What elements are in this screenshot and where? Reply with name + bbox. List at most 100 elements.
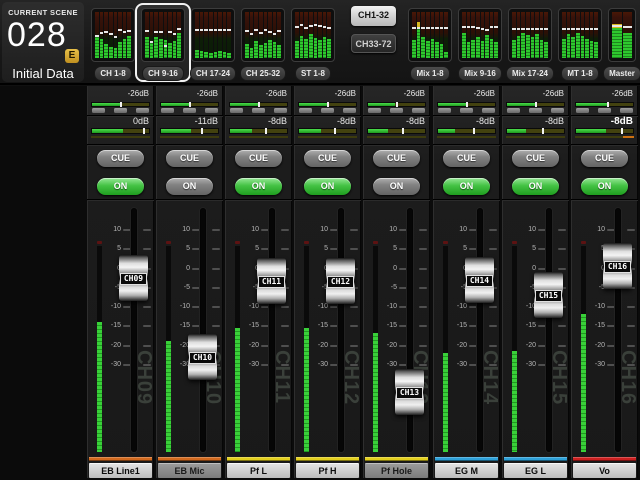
gain-db-value: -26dB bbox=[474, 89, 495, 98]
level-bar[interactable] bbox=[229, 128, 288, 134]
fader-handle[interactable]: CH16 bbox=[603, 243, 632, 289]
level-bar[interactable] bbox=[437, 128, 496, 134]
top-bar: CURRENT SCENE 028 E Initial Data CH 1-8 C… bbox=[0, 0, 640, 85]
fader-track[interactable] bbox=[546, 208, 552, 452]
peak-led bbox=[512, 241, 517, 244]
channel-strip-ch15: -26dB -8dB CUE ON CH15 1050-5-10-15-20-3… bbox=[502, 86, 569, 478]
on-button[interactable]: ON bbox=[512, 178, 559, 195]
level-bar[interactable] bbox=[575, 128, 634, 134]
gain-slider[interactable] bbox=[160, 102, 219, 107]
nav-bank-meter-block[interactable] bbox=[141, 8, 185, 62]
fader-track[interactable] bbox=[269, 208, 275, 452]
fader-track[interactable] bbox=[407, 208, 413, 452]
nav-bank-label[interactable]: CH 1-8 bbox=[94, 66, 131, 81]
on-button[interactable]: ON bbox=[304, 178, 351, 195]
nav-bank-label[interactable]: Mix 1-8 bbox=[410, 66, 449, 81]
gain-reduction-bar bbox=[506, 136, 565, 138]
channel-strip-ch13: -26dB -8dB CUE ON CH13 1050-5-10-15-20-3… bbox=[363, 86, 430, 478]
nav-bank-label[interactable]: Mix 17-24 bbox=[506, 66, 554, 81]
cue-button[interactable]: CUE bbox=[443, 150, 490, 167]
nav-bank-meter-block[interactable] bbox=[458, 8, 502, 62]
channel-name[interactable]: Vo bbox=[573, 463, 636, 478]
fader-handle[interactable]: CH12 bbox=[326, 258, 355, 304]
fader-handle[interactable]: CH11 bbox=[257, 258, 286, 304]
on-button[interactable]: ON bbox=[581, 178, 628, 195]
channel-name[interactable]: Pf H bbox=[296, 463, 359, 478]
nav-bank-label[interactable]: CH 17-24 bbox=[190, 66, 236, 81]
fader-track[interactable] bbox=[131, 208, 137, 452]
gain-slider[interactable] bbox=[298, 102, 357, 107]
fader-db-value: -8dB bbox=[611, 116, 633, 127]
nav-bank-meter-block[interactable] bbox=[291, 8, 335, 62]
on-button[interactable]: ON bbox=[97, 178, 144, 195]
channel-name[interactable]: EB Mic bbox=[158, 463, 221, 478]
gain-slider[interactable] bbox=[575, 102, 634, 107]
cue-button[interactable]: CUE bbox=[97, 150, 144, 167]
level-bar[interactable] bbox=[367, 128, 426, 134]
fader-db-value: -11dB bbox=[195, 116, 218, 126]
on-button[interactable]: ON bbox=[443, 178, 490, 195]
nav-bank-meter-block[interactable] bbox=[608, 8, 636, 62]
fader-db-value: 0dB bbox=[133, 116, 149, 126]
gain-db-value: -26dB bbox=[197, 89, 218, 98]
peak-led bbox=[581, 241, 586, 244]
gain-slider[interactable] bbox=[506, 102, 565, 107]
cue-button[interactable]: CUE bbox=[166, 150, 213, 167]
channel-strip-ch14: -26dB -8dB CUE ON CH14 1050-5-10-15-20-3… bbox=[433, 86, 500, 478]
bank-ch33-72-button[interactable]: CH33-72 bbox=[351, 34, 396, 53]
fader-handle-label: CH13 bbox=[396, 387, 423, 399]
on-button[interactable]: ON bbox=[373, 178, 420, 195]
gain-slider[interactable] bbox=[437, 102, 496, 107]
fader-handle[interactable]: CH10 bbox=[188, 334, 217, 380]
level-bar[interactable] bbox=[298, 128, 357, 134]
on-button[interactable]: ON bbox=[166, 178, 213, 195]
cue-button[interactable]: CUE bbox=[581, 150, 628, 167]
fader-track[interactable] bbox=[338, 208, 344, 452]
gain-slider[interactable] bbox=[367, 102, 426, 107]
bank-ch1-32-button[interactable]: CH1-32 bbox=[351, 6, 396, 26]
cue-button[interactable]: CUE bbox=[512, 150, 559, 167]
level-meter bbox=[512, 246, 517, 452]
nav-bank-label[interactable]: MT 1-8 bbox=[561, 66, 598, 81]
channel-name[interactable]: EG L bbox=[504, 463, 567, 478]
cue-button[interactable]: CUE bbox=[235, 150, 282, 167]
gain-reduction-bar bbox=[229, 136, 288, 138]
status-indicator bbox=[507, 108, 520, 113]
nav-bank-label[interactable]: CH 25-32 bbox=[240, 66, 286, 81]
status-indicator bbox=[205, 108, 218, 113]
peak-led bbox=[235, 241, 240, 244]
gain-reduction-bar bbox=[367, 136, 426, 138]
fader-handle[interactable]: CH13 bbox=[395, 369, 424, 415]
nav-bank-label[interactable]: Master bbox=[603, 66, 640, 81]
channel-name[interactable]: Pf Hole bbox=[365, 463, 428, 478]
channel-strip-ch09: -26dB 0dB CUE ON CH09 1050-5-10-15-20-30… bbox=[87, 86, 154, 478]
fader-handle[interactable]: CH15 bbox=[534, 272, 563, 318]
status-indicator bbox=[438, 108, 451, 113]
nav-bank-meter-block[interactable] bbox=[508, 8, 552, 62]
nav-bank-label[interactable]: CH 9-16 bbox=[142, 66, 184, 81]
nav-bank-label[interactable]: Mix 9-16 bbox=[458, 66, 502, 81]
fader-handle[interactable]: CH14 bbox=[465, 257, 494, 303]
level-bar[interactable] bbox=[506, 128, 565, 134]
level-bar[interactable] bbox=[91, 128, 150, 134]
cue-button[interactable]: CUE bbox=[373, 150, 420, 167]
gain-slider[interactable] bbox=[91, 102, 150, 107]
fader-track[interactable] bbox=[200, 208, 206, 452]
on-button[interactable]: ON bbox=[235, 178, 282, 195]
fader-handle[interactable]: CH09 bbox=[119, 255, 148, 301]
gain-slider[interactable] bbox=[229, 102, 288, 107]
nav-bank-meter-block[interactable] bbox=[408, 8, 452, 62]
cue-button[interactable]: CUE bbox=[304, 150, 351, 167]
fader-track[interactable] bbox=[477, 208, 483, 452]
nav-bank-meter-block[interactable] bbox=[558, 8, 602, 62]
level-bar[interactable] bbox=[160, 128, 219, 134]
nav-bank-meter-block[interactable] bbox=[91, 8, 135, 62]
channel-name[interactable]: Pf L bbox=[227, 463, 290, 478]
channel-name[interactable]: EG M bbox=[435, 463, 498, 478]
fader-scale-label: 10 bbox=[579, 226, 605, 233]
channel-name[interactable]: EB Line1 bbox=[89, 463, 152, 478]
nav-bank-label[interactable]: ST 1-8 bbox=[295, 66, 331, 81]
nav-bank-meter-block[interactable] bbox=[191, 8, 235, 62]
nav-bank-meter-block[interactable] bbox=[241, 8, 285, 62]
scene-panel[interactable]: CURRENT SCENE 028 E Initial Data bbox=[2, 2, 84, 82]
